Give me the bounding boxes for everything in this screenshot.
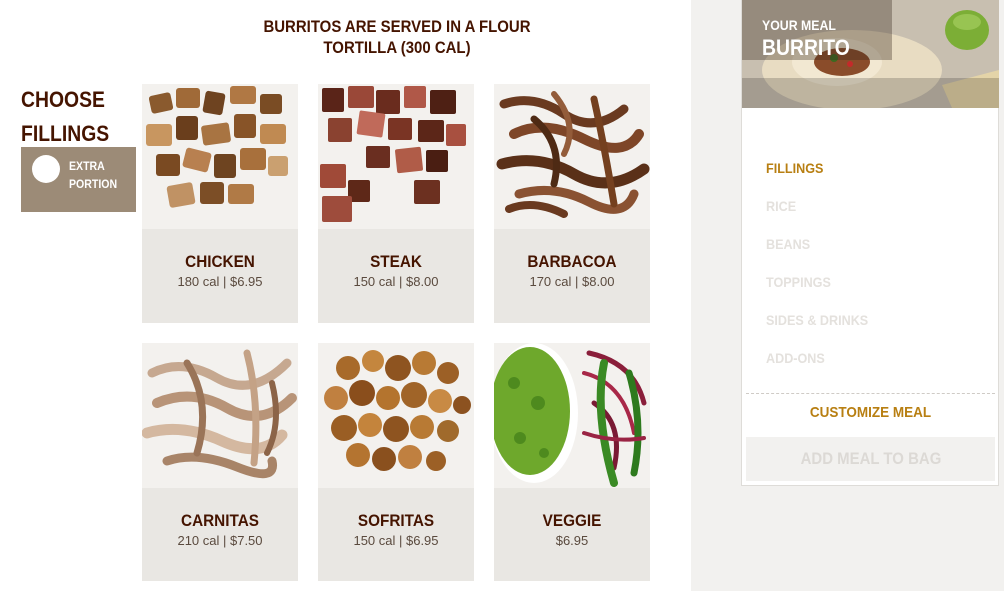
- veggie-image: [494, 343, 650, 488]
- filling-name: CHICKEN: [185, 252, 255, 271]
- title-line2: FILLINGS: [21, 121, 110, 146]
- filling-name: STEAK: [370, 252, 422, 271]
- add-meal-to-bag-button[interactable]: ADD MEAL TO BAG: [746, 437, 995, 481]
- filling-info: 150 cal | $8.00: [353, 274, 439, 289]
- step-toppings[interactable]: TOPPINGS: [766, 274, 831, 290]
- filling-info: $6.95: [555, 533, 589, 548]
- divider: [746, 393, 995, 394]
- choose-fillings-title: CHOOSE FILLINGS: [21, 83, 127, 151]
- filling-info: 180 cal | $6.95: [177, 274, 263, 289]
- step-add-ons[interactable]: ADD-ONS: [766, 350, 825, 366]
- sofritas-image: [318, 343, 474, 488]
- meal-name: BURRITO: [762, 35, 850, 60]
- your-meal-label: YOUR MEAL: [762, 17, 836, 33]
- filling-tile-sofritas[interactable]: SOFRITAS 150 cal | $6.95: [318, 343, 474, 581]
- filling-tile-chicken[interactable]: CHICKEN 180 cal | $6.95: [142, 84, 298, 323]
- meal-hero-image: YOUR MEAL BURRITO: [742, 0, 999, 108]
- filling-name: BARBACOA: [527, 252, 617, 271]
- title-line1: CHOOSE: [21, 87, 105, 112]
- add-meal-to-bag-label: ADD MEAL TO BAG: [800, 449, 941, 468]
- tortilla-note-line2: TORTILLA (300 CAL): [323, 38, 471, 57]
- chicken-image: [142, 84, 298, 229]
- steak-image: [318, 84, 474, 229]
- extra-portion-toggle[interactable]: EXTRA PORTION: [21, 147, 136, 212]
- filling-tile-barbacoa[interactable]: BARBACOA 170 cal | $8.00: [494, 84, 650, 323]
- tortilla-note: BURRITOS ARE SERVED IN A FLOUR TORTILLA …: [250, 16, 544, 58]
- extra-portion-label: EXTRA PORTION: [69, 157, 127, 193]
- step-fillings[interactable]: FILLINGS: [766, 160, 823, 176]
- step-beans[interactable]: BEANS: [766, 236, 810, 252]
- filling-info: 150 cal | $6.95: [353, 533, 439, 548]
- filling-name: CARNITAS: [181, 511, 259, 530]
- tortilla-note-line1: BURRITOS ARE SERVED IN A FLOUR: [263, 17, 531, 36]
- toggle-circle-icon: [32, 155, 60, 183]
- carnitas-image: [142, 343, 298, 488]
- filling-tile-carnitas[interactable]: CARNITAS 210 cal | $7.50: [142, 343, 298, 581]
- filling-info: 170 cal | $8.00: [529, 274, 615, 289]
- filling-name: SOFRITAS: [357, 511, 435, 530]
- step-rice[interactable]: RICE: [766, 198, 796, 214]
- filling-tile-steak[interactable]: STEAK 150 cal | $8.00: [318, 84, 474, 323]
- customize-meal-link[interactable]: CUSTOMIZE MEAL: [755, 404, 986, 421]
- filling-tile-veggie[interactable]: VEGGIE $6.95: [494, 343, 650, 581]
- filling-name: VEGGIE: [542, 511, 602, 530]
- barbacoa-image: [494, 84, 650, 229]
- extra-line2: PORTION: [69, 177, 118, 191]
- step-sides-drinks[interactable]: SIDES & DRINKS: [766, 312, 868, 328]
- extra-line1: EXTRA: [69, 159, 105, 173]
- filling-info: 210 cal | $7.50: [177, 533, 263, 548]
